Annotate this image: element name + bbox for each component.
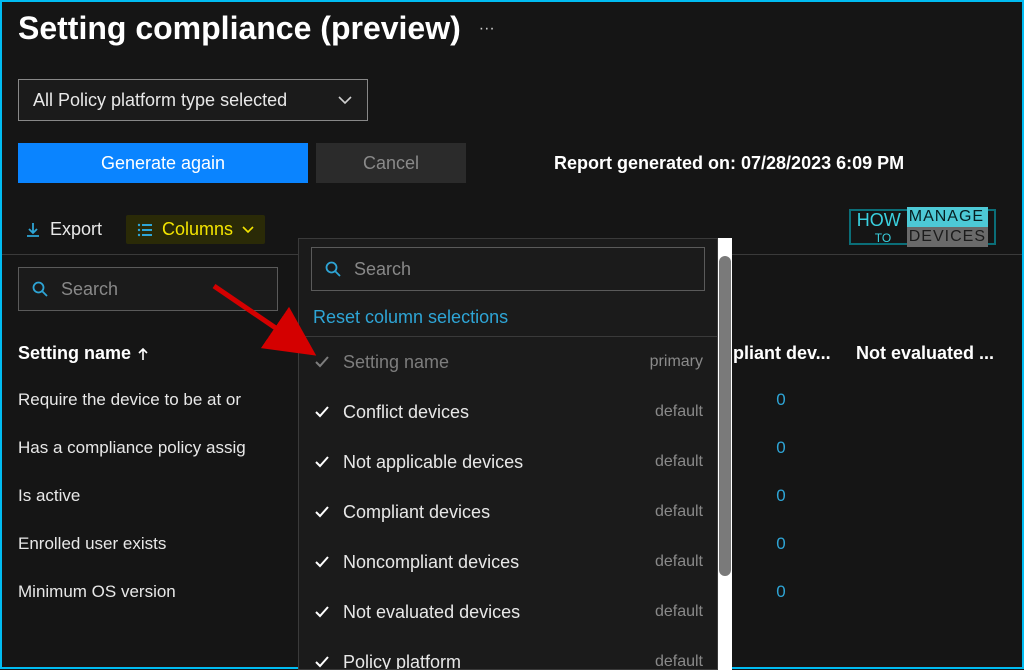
col-header-setting-label: Setting name <box>18 343 131 364</box>
export-button[interactable]: Export <box>18 215 108 244</box>
chevron-down-icon <box>337 92 353 108</box>
check-icon <box>313 604 331 620</box>
column-option[interactable]: Not applicable devices default <box>299 437 717 487</box>
columns-popup: Reset column selections Setting name prim… <box>298 238 718 670</box>
col-header-not-evaluated[interactable]: Not evaluated ... <box>856 343 1006 364</box>
check-icon <box>313 554 331 570</box>
columns-search-box[interactable] <box>311 247 705 291</box>
column-option-tag: default <box>655 653 703 669</box>
chevron-down-icon <box>241 223 255 237</box>
column-option-tag: primary <box>650 353 703 371</box>
column-option-tag: default <box>655 453 703 471</box>
search-icon <box>31 280 49 298</box>
column-option[interactable]: Noncompliant devices default <box>299 537 717 587</box>
column-option-tag: default <box>655 503 703 521</box>
column-option-label: Not evaluated devices <box>343 602 643 623</box>
reset-column-selections[interactable]: Reset column selections <box>299 299 717 337</box>
brand-logo: HOW TO MANAGE DEVICES <box>849 209 996 245</box>
columns-button[interactable]: Columns <box>126 215 265 244</box>
check-icon <box>313 454 331 470</box>
generate-again-button[interactable]: Generate again <box>18 143 308 183</box>
cancel-button: Cancel <box>316 143 466 183</box>
cell-setting-name: Has a compliance policy assig <box>18 438 298 458</box>
column-option-label: Conflict devices <box>343 402 643 423</box>
check-icon <box>313 504 331 520</box>
column-option[interactable]: Compliant devices default <box>299 487 717 537</box>
search-box[interactable] <box>18 267 278 311</box>
scrollbar-thumb[interactable] <box>719 256 731 576</box>
cell-setting-name: Minimum OS version <box>18 582 298 602</box>
col-header-setting[interactable]: Setting name <box>18 343 298 364</box>
more-options-icon[interactable]: ··· <box>479 20 495 38</box>
search-icon <box>324 260 342 278</box>
report-generated-label: Report generated on: 07/28/2023 6:09 PM <box>554 153 904 174</box>
check-icon <box>313 654 331 669</box>
column-option[interactable]: Setting name primary <box>299 337 717 387</box>
export-label: Export <box>50 219 102 240</box>
search-input[interactable] <box>61 279 265 300</box>
columns-label: Columns <box>162 219 233 240</box>
columns-search-input[interactable] <box>354 259 692 280</box>
column-option-label: Compliant devices <box>343 502 643 523</box>
logo-manage: MANAGE <box>907 207 988 227</box>
cell-setting-name: Require the device to be at or <box>18 390 298 410</box>
check-icon <box>313 354 331 370</box>
list-icon <box>136 221 154 239</box>
policy-platform-dropdown[interactable]: All Policy platform type selected <box>18 79 368 121</box>
logo-how: HOW <box>857 210 901 231</box>
logo-to: TO <box>857 231 901 245</box>
column-option-tag: default <box>655 553 703 571</box>
logo-devices: DEVICES <box>907 227 988 247</box>
download-icon <box>24 221 42 239</box>
column-option-tag: default <box>655 603 703 621</box>
sort-asc-icon <box>137 347 149 361</box>
column-option-tag: default <box>655 403 703 421</box>
policy-platform-dropdown-label: All Policy platform type selected <box>33 90 287 111</box>
column-option[interactable]: Conflict devices default <box>299 387 717 437</box>
column-option-label: Policy platform <box>343 652 643 670</box>
check-icon <box>313 404 331 420</box>
column-option[interactable]: Policy platform default <box>299 637 717 669</box>
cell-setting-name: Enrolled user exists <box>18 534 298 554</box>
column-option-label: Setting name <box>343 352 638 373</box>
cell-setting-name: Is active <box>18 486 298 506</box>
page-title: Setting compliance (preview) <box>18 10 461 47</box>
scrollbar-track[interactable] <box>718 238 732 670</box>
column-option-label: Noncompliant devices <box>343 552 643 573</box>
column-option-label: Not applicable devices <box>343 452 643 473</box>
column-option[interactable]: Not evaluated devices default <box>299 587 717 637</box>
